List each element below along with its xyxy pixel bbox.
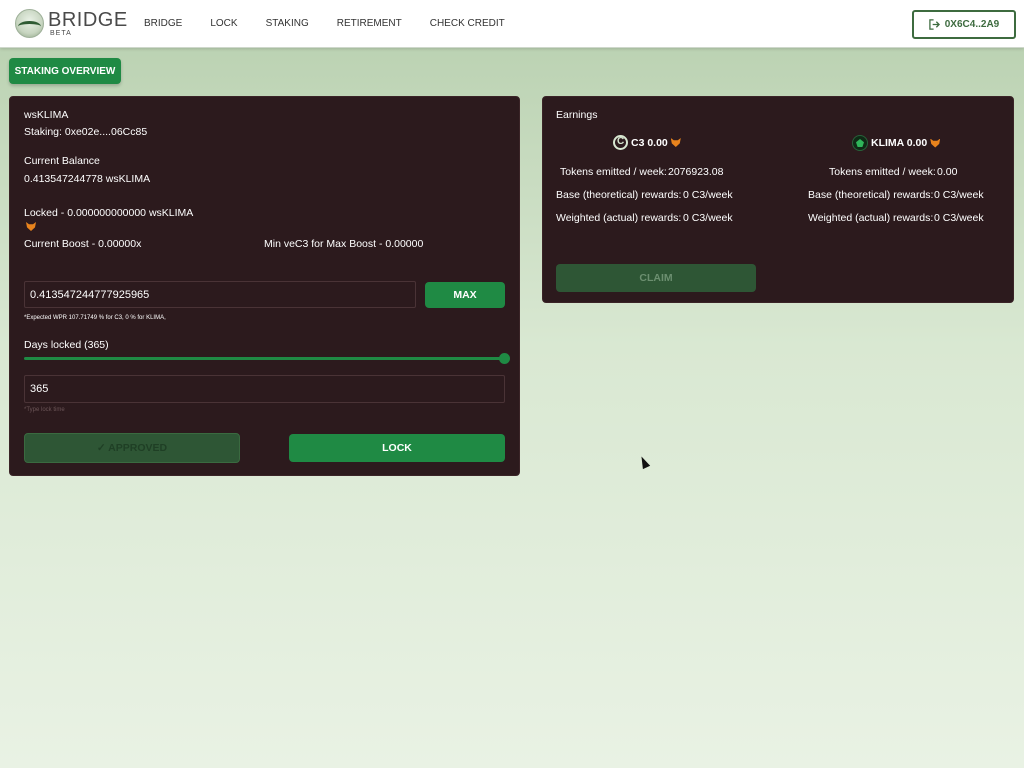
c3-base-value: 0 C3/week [683,189,733,201]
c3-base-label: Base (theoretical) rewards: [556,189,682,201]
nav-bridge[interactable]: BRIDGE [144,18,182,29]
nav-check-credit[interactable]: CHECK CREDIT [430,18,505,29]
main-nav: BRIDGE LOCK STAKING RETIREMENT CHECK CRE… [144,18,533,29]
c3-earnings-value: C3 0.00 [631,136,668,149]
top-header: BRIDGE BETA BRIDGE LOCK STAKING RETIREME… [0,0,1024,48]
klima-base-label: Base (theoretical) rewards: [808,189,934,201]
wallet-button[interactable]: 0X6C4..2A9 [912,10,1016,39]
amount-input[interactable]: 0.413547244777925965 [24,281,416,308]
klima-weighted-value: 0 C3/week [934,212,984,224]
locked-amount: Locked - 0.000000000000 wsKLIMA [24,207,194,219]
lock-days-input[interactable]: 365 [24,375,505,403]
earnings-card: Earnings C3 0.00 KLIMA 0.00 Tokens emitt… [542,96,1014,303]
logo-title: BRIDGE [48,9,128,31]
current-balance-label: Current Balance [24,155,100,167]
nav-staking[interactable]: STAKING [266,18,309,29]
logo-subtitle: BETA [50,30,72,37]
mouse-cursor-icon [637,454,651,470]
staking-card: wsKLIMA Staking: 0xe02e....06Cc85 Curren… [9,96,520,476]
days-slider-track[interactable] [24,357,506,360]
lock-time-hint: *Type lock time [24,407,65,413]
klima-token-icon [852,135,868,151]
days-slider-thumb[interactable] [499,353,510,364]
staking-overview-button[interactable]: STAKING OVERVIEW [9,58,121,84]
metamask-fox-icon[interactable] [930,138,941,148]
token-name: wsKLIMA [24,109,69,121]
c3-earnings-header: C3 0.00 [613,135,681,150]
metamask-fox-icon[interactable] [26,222,36,231]
c3-weighted-label: Weighted (actual) rewards: [556,212,682,224]
klima-emitted-label: Tokens emitted / week: [829,166,936,178]
wallet-address: 0X6C4..2A9 [944,19,1000,30]
claim-button[interactable]: CLAIM [556,264,756,292]
current-boost: Current Boost - 0.00000x [24,238,142,250]
bridge-logo-icon [15,9,44,38]
logout-icon [929,19,940,30]
wpr-note: *Expected WPR 107.71749 % for C3, 0 % fo… [24,315,166,321]
staking-address: Staking: 0xe02e....06Cc85 [24,126,148,138]
c3-token-icon [613,135,628,150]
c3-emitted-label: Tokens emitted / week: [560,166,667,178]
klima-emitted-value: 0.00 [937,166,958,178]
c3-emitted-value: 2076923.08 [668,166,724,178]
metamask-fox-icon[interactable] [670,138,681,147]
earnings-title: Earnings [556,109,598,121]
min-vec3-boost: Min veC3 for Max Boost - 0.00000 [264,238,424,250]
nav-lock[interactable]: LOCK [210,18,237,29]
nav-retirement[interactable]: RETIREMENT [337,18,402,29]
lock-button[interactable]: LOCK [289,434,505,462]
days-locked-label: Days locked (365) [24,339,109,351]
c3-weighted-value: 0 C3/week [683,212,733,224]
klima-earnings-value: KLIMA 0.00 [871,137,928,149]
klima-weighted-label: Weighted (actual) rewards: [808,212,934,224]
current-balance-value: 0.413547244778 wsKLIMA [24,173,151,185]
max-button[interactable]: MAX [425,282,505,308]
approved-button[interactable]: ✓ APPROVED [24,433,240,463]
klima-earnings-header: KLIMA 0.00 [852,135,941,151]
bridge-logo[interactable]: BRIDGE BETA [15,9,128,38]
klima-base-value: 0 C3/week [934,189,984,201]
